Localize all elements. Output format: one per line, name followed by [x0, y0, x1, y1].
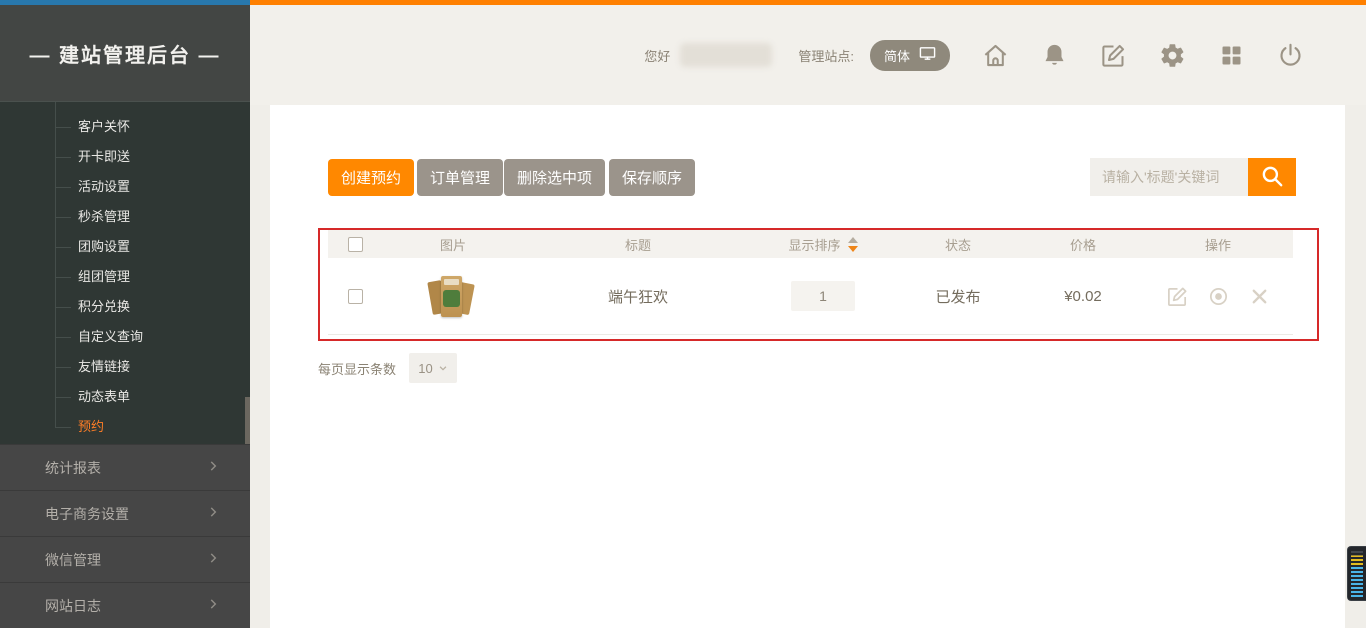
- sidebar-item-friend-links[interactable]: 友情链接: [0, 352, 250, 382]
- sidebar-item-card-gift[interactable]: 开卡即送: [0, 142, 250, 172]
- sidebar-submenu: 客户关怀 开卡即送 活动设置 秒杀管理 团购设置 组团管理 积分兑换 自定义查询…: [0, 102, 250, 442]
- select-all-checkbox[interactable]: [348, 237, 363, 252]
- language-site-pill[interactable]: 简体: [870, 40, 950, 71]
- sidebar-category-statistics[interactable]: 统计报表: [0, 444, 250, 490]
- username-redacted: [680, 43, 772, 67]
- col-header-status: 状态: [893, 235, 1023, 254]
- gear-icon[interactable]: [1159, 42, 1186, 69]
- col-header-order: 显示排序: [753, 235, 893, 254]
- category-label: 电子商务设置: [45, 504, 129, 524]
- delete-selected-button[interactable]: 删除选中项: [504, 159, 605, 196]
- row-title: 端午狂欢: [523, 286, 753, 307]
- create-reservation-button[interactable]: 创建预约: [328, 159, 414, 196]
- power-icon[interactable]: [1277, 42, 1304, 69]
- compose-icon[interactable]: [1100, 42, 1127, 69]
- main-content-panel: 创建预约 订单管理 删除选中项 保存顺序 图片 标题 显示排序 状态 价格 操作: [270, 105, 1345, 628]
- sidebar-item-flash-sale[interactable]: 秒杀管理: [0, 202, 250, 232]
- sort-order-control[interactable]: [848, 237, 858, 252]
- close-icon[interactable]: [1248, 285, 1271, 308]
- product-bag-front: [441, 276, 462, 317]
- page-size-value: 10: [418, 361, 432, 376]
- row-status: 已发布: [893, 286, 1023, 307]
- top-header: 您好 管理站点: 简体: [250, 0, 1366, 105]
- eye-icon[interactable]: [1207, 285, 1230, 308]
- product-image: [429, 272, 477, 320]
- app-logo: — 建站管理后台 —: [0, 5, 250, 102]
- table-header-row: 图片 标题 显示排序 状态 价格 操作: [328, 230, 1293, 258]
- category-label: 统计报表: [45, 458, 101, 478]
- sort-desc-icon: [848, 246, 858, 252]
- bell-icon[interactable]: [1041, 42, 1068, 69]
- col-header-actions: 操作: [1143, 235, 1293, 254]
- col-header-image: 图片: [383, 235, 523, 254]
- search-input[interactable]: [1090, 158, 1248, 196]
- page-size-select[interactable]: 10: [409, 353, 457, 383]
- table-row: 端午狂欢 已发布 ¥0.02: [328, 258, 1293, 335]
- search-icon: [1259, 163, 1285, 192]
- save-order-button[interactable]: 保存顺序: [609, 159, 695, 196]
- activity-widget-stripe-gaps: [1348, 547, 1366, 600]
- activity-widget[interactable]: [1347, 546, 1366, 601]
- display-order-input[interactable]: [791, 281, 855, 311]
- sort-asc-icon: [848, 237, 858, 243]
- sidebar-item-customer-care[interactable]: 客户关怀: [0, 112, 250, 142]
- sidebar-category-site-logs[interactable]: 网站日志: [0, 582, 250, 628]
- col-header-order-label: 显示排序: [788, 235, 840, 254]
- manage-site-label: 管理站点:: [798, 46, 854, 65]
- sidebar-item-custom-query[interactable]: 自定义查询: [0, 322, 250, 352]
- row-price: ¥0.02: [1023, 288, 1143, 305]
- row-checkbox[interactable]: [348, 289, 363, 304]
- chevron-right-icon: [206, 505, 220, 522]
- chevron-right-icon: [206, 551, 220, 568]
- order-management-button[interactable]: 订单管理: [417, 159, 503, 196]
- sidebar-item-group-buy[interactable]: 团购设置: [0, 232, 250, 262]
- chevron-right-icon: [206, 597, 220, 614]
- sidebar-category-wechat[interactable]: 微信管理: [0, 536, 250, 582]
- category-label: 网站日志: [45, 596, 101, 616]
- sidebar-item-activity-settings[interactable]: 活动设置: [0, 172, 250, 202]
- home-icon[interactable]: [982, 42, 1009, 69]
- edit-icon[interactable]: [1166, 285, 1189, 308]
- sidebar-item-dynamic-forms[interactable]: 动态表单: [0, 382, 250, 412]
- language-pill-label: 简体: [884, 46, 910, 65]
- sidebar-categories: 统计报表 电子商务设置 微信管理 网站日志: [0, 444, 250, 628]
- col-header-price: 价格: [1023, 235, 1143, 254]
- sidebar-item-points-exchange[interactable]: 积分兑换: [0, 292, 250, 322]
- apps-grid-icon[interactable]: [1218, 42, 1245, 69]
- reservation-table: 图片 标题 显示排序 状态 价格 操作 端午狂欢: [328, 230, 1293, 335]
- col-header-title: 标题: [523, 235, 753, 254]
- monitor-icon: [919, 46, 936, 64]
- page-size-label: 每页显示条数: [318, 359, 396, 378]
- sidebar-item-reservation-active[interactable]: 预约: [0, 412, 250, 442]
- pagination: 每页显示条数 10: [318, 353, 457, 383]
- sidebar: — 建站管理后台 — 客户关怀 开卡即送 活动设置 秒杀管理 团购设置 组团管理…: [0, 0, 250, 628]
- greeting-text: 您好: [644, 46, 670, 65]
- chevron-right-icon: [206, 459, 220, 476]
- sidebar-category-ecommerce[interactable]: 电子商务设置: [0, 490, 250, 536]
- category-label: 微信管理: [45, 550, 101, 570]
- chevron-down-icon: [438, 361, 448, 376]
- sidebar-item-group-manage[interactable]: 组团管理: [0, 262, 250, 292]
- search-button[interactable]: [1248, 158, 1296, 196]
